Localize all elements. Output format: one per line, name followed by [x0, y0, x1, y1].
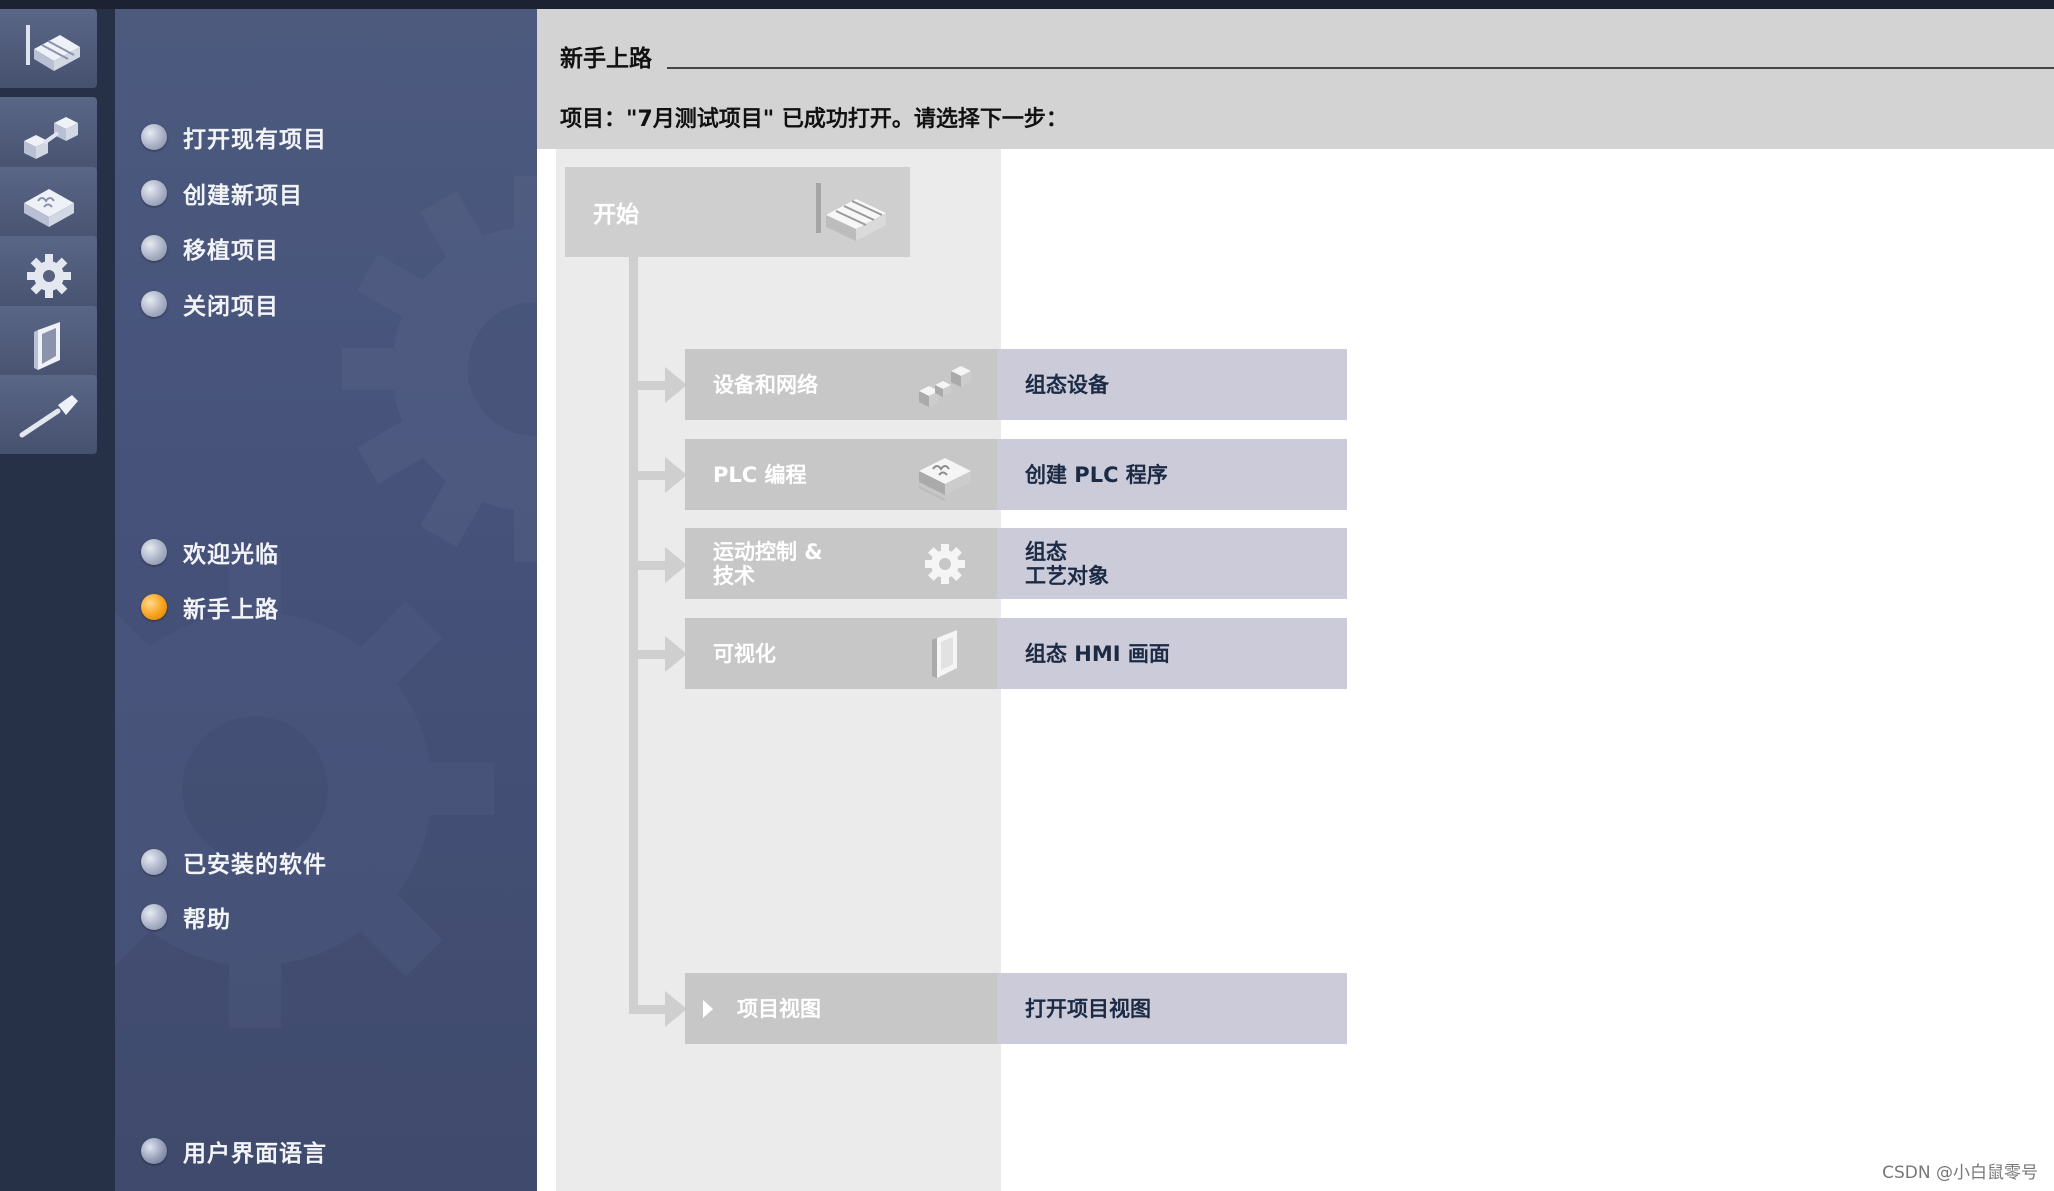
nav-label: 创建新项目 [183, 183, 303, 209]
step-action-label: 组态 HMI 画面 [1025, 641, 1170, 666]
nav-label: 移植项目 [183, 238, 279, 264]
nav-label: 新手上路 [183, 597, 279, 623]
start-button[interactable]: 开始 [565, 167, 910, 257]
motion-technology-icon [925, 544, 965, 584]
step-action-tile[interactable]: 组态 HMI 画面 [997, 618, 1347, 689]
rail-plc-button[interactable] [0, 167, 97, 246]
devices-networks-icon [919, 366, 971, 407]
step-project-view[interactable]: 项目视图 打开项目视图 [685, 973, 1347, 1044]
step-portal-tile[interactable]: 可视化 [685, 618, 997, 689]
step-action-label: 创建 PLC 程序 [1025, 462, 1168, 487]
nav-welcome[interactable]: 欢迎光临 [141, 532, 279, 572]
step-visualization[interactable]: 可视化 组态 HMI 画面 [685, 618, 1347, 689]
nav-first-steps[interactable]: 新手上路 [141, 587, 279, 627]
step-portal-tile[interactable]: PLC 编程 [685, 439, 997, 510]
rail-motion-button[interactable] [0, 236, 97, 315]
nav-help[interactable]: 帮助 [141, 897, 231, 937]
step-label: 运动控制 & 技术 [713, 539, 823, 588]
nav-ui-language[interactable]: 用户界面语言 [141, 1131, 327, 1171]
globe-icon [141, 1138, 167, 1164]
active-bullet-icon [141, 594, 167, 620]
plc-programming-icon [23, 188, 74, 227]
step-label: 设备和网络 [713, 372, 818, 397]
background-gear-graphic [341, 175, 537, 563]
step-action-tile[interactable]: 打开项目视图 [997, 973, 1347, 1044]
rail-diagnostics-button[interactable] [0, 375, 97, 454]
start-portal-icon [25, 24, 80, 71]
step-portal-tile[interactable]: 项目视图 [685, 973, 997, 1044]
top-bar [0, 0, 2054, 9]
start-portal-icon [816, 183, 886, 241]
step-portal-tile[interactable]: 运动控制 & 技术 [685, 528, 997, 599]
nav-create-new-project[interactable]: 创建新项目 [141, 173, 303, 213]
step-action-tile[interactable]: 创建 PLC 程序 [997, 439, 1347, 510]
rail-hmi-button[interactable] [0, 306, 97, 385]
visualization-icon [33, 321, 60, 370]
step-action-label: 组态设备 [1025, 372, 1109, 397]
online-diagnostics-icon [19, 394, 78, 437]
step-label: 可视化 [713, 641, 776, 666]
watermark: CSDN @小白鼠零号 [1882, 1163, 2038, 1183]
rail-start-button[interactable] [0, 9, 97, 88]
visualization-icon [932, 630, 957, 678]
nav-label: 欢迎光临 [183, 542, 279, 568]
start-label: 开始 [593, 202, 639, 228]
nav-label: 关闭项目 [183, 294, 279, 320]
bullet-icon [141, 180, 167, 206]
bullet-icon [141, 904, 167, 930]
portal-icon-rail [0, 9, 115, 1191]
motion-technology-icon [26, 253, 71, 298]
step-label: PLC 编程 [713, 462, 807, 487]
step-devices-networks[interactable]: 设备和网络 组态设备 [685, 349, 1347, 420]
step-plc-programming[interactable]: PLC 编程 创建 PLC 程序 [685, 439, 1347, 510]
nav-close-project[interactable]: 关闭项目 [141, 284, 279, 324]
portal-nav-panel: 打开现有项目 创建新项目 移植项目 关闭项目 欢迎光临 新手上路 已安装的软件 … [115, 9, 537, 1191]
nav-label: 用户界面语言 [183, 1141, 327, 1167]
page-title: 新手上路 [560, 39, 666, 73]
flow-arrow [629, 634, 689, 674]
main-content: 新手上路 项目："7月测试项目" 已成功打开。请选择下一步： 开始 设备和网络 [537, 9, 2054, 1191]
step-motion-technology[interactable]: 运动控制 & 技术 组态 工艺对象 [685, 528, 1347, 599]
bullet-icon [141, 235, 167, 261]
rail-devices-button[interactable] [0, 97, 97, 176]
devices-networks-icon [23, 116, 78, 159]
status-message: 项目："7月测试项目" 已成功打开。请选择下一步： [560, 107, 1068, 132]
step-action-label: 组态 工艺对象 [1025, 539, 1109, 588]
nav-migrate-project[interactable]: 移植项目 [141, 228, 279, 268]
step-action-label: 打开项目视图 [1025, 996, 1151, 1021]
expand-triangle-icon [703, 1000, 713, 1018]
flow-arrow [629, 545, 689, 585]
plc-programming-icon [918, 458, 971, 501]
step-action-tile[interactable]: 组态 工艺对象 [997, 528, 1347, 599]
flow-arrow [629, 989, 689, 1029]
step-portal-tile[interactable]: 设备和网络 [685, 349, 997, 420]
nav-label: 已安装的软件 [183, 852, 327, 878]
step-label: 项目视图 [737, 996, 821, 1021]
nav-installed-software[interactable]: 已安装的软件 [141, 842, 327, 882]
bullet-icon [141, 291, 167, 317]
bullet-icon [141, 849, 167, 875]
flow-arrow [629, 365, 689, 405]
nav-open-existing-project[interactable]: 打开现有项目 [141, 117, 327, 157]
bullet-icon [141, 124, 167, 150]
nav-label: 帮助 [183, 907, 231, 933]
bullet-icon [141, 539, 167, 565]
nav-label: 打开现有项目 [183, 127, 327, 153]
step-action-tile[interactable]: 组态设备 [997, 349, 1347, 420]
flow-arrow [629, 455, 689, 495]
title-underline [667, 67, 2054, 69]
content-header: 新手上路 项目："7月测试项目" 已成功打开。请选择下一步： [537, 9, 2054, 149]
